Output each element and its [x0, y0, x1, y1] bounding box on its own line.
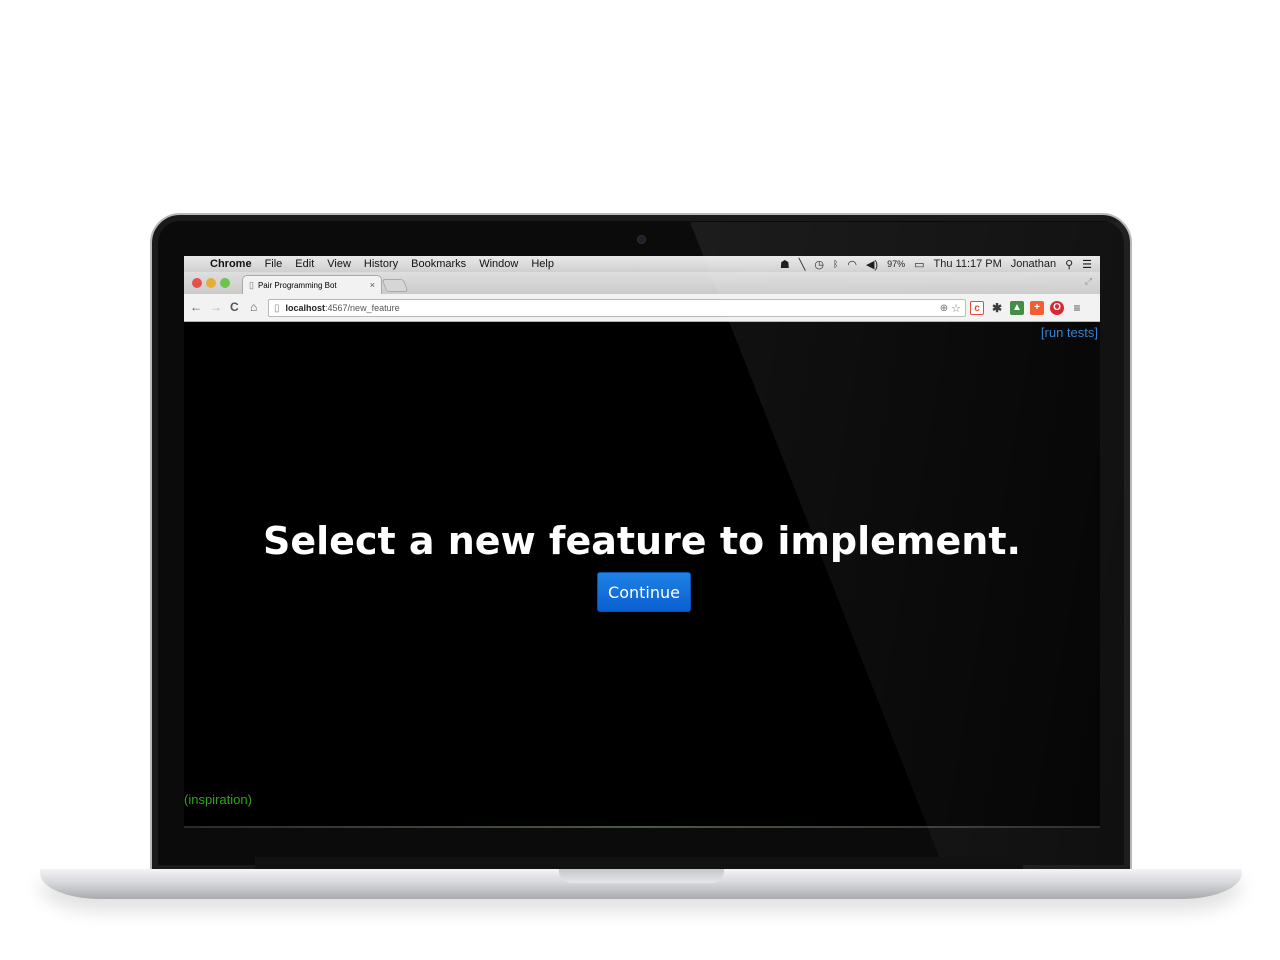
wifi-icon[interactable]: ◠ [847, 258, 857, 271]
mac-menubar: Chrome File Edit View History Bookmarks … [184, 256, 1100, 272]
reload-button[interactable]: C [230, 300, 239, 314]
laptop-notch [559, 869, 724, 883]
tab-close-button[interactable]: × [370, 280, 375, 290]
new-tab-button[interactable] [381, 279, 409, 292]
menubar-status-area: ☗ ╲ ◷ ᛒ ◠ ◀) 97% ▭ Thu 11:17 PM Jonathan… [780, 258, 1100, 271]
user-name[interactable]: Jonathan [1011, 258, 1056, 270]
run-tests-link[interactable]: [run tests] [1041, 325, 1098, 340]
forward-button[interactable]: → [210, 300, 222, 314]
browser-toolbar: ← → C ⌂ ▯ localhost :4567/new_feature ⊕ … [184, 294, 1100, 322]
plus-extension-icon[interactable]: + [1030, 301, 1044, 315]
bookmark-star-icon[interactable]: ☆ [951, 302, 961, 315]
drive-icon[interactable]: ▲ [1010, 301, 1024, 315]
opera-extension-icon[interactable]: O [1050, 301, 1064, 315]
tab-strip: ▯ Pair Programming Bot × ⤢ [184, 272, 1100, 294]
address-bar[interactable]: ▯ localhost :4567/new_feature ⊕ ☆ [268, 299, 966, 317]
menu-help[interactable]: Help [531, 258, 554, 270]
menu-edit[interactable]: Edit [295, 258, 314, 270]
web-page: [run tests] Select a new feature to impl… [184, 323, 1100, 828]
bluetooth-icon[interactable]: ᛒ [833, 259, 838, 269]
menu-icon[interactable]: ≡ [1070, 301, 1084, 315]
extension-icons: c ✱ ▲ + O ≡ [970, 301, 1084, 315]
screen: Chrome File Edit View History Bookmarks … [184, 256, 1100, 828]
inspiration-link[interactable]: (inspiration) [184, 792, 252, 807]
tab-title: Pair Programming Bot [257, 280, 337, 290]
menu-bookmarks[interactable]: Bookmarks [411, 258, 466, 270]
page-heading: Select a new feature to implement. [263, 519, 1021, 563]
gear-icon[interactable]: ✱ [990, 301, 1004, 315]
menu-history[interactable]: History [364, 258, 398, 270]
screen-edge [184, 826, 1100, 828]
menu-file[interactable]: File [265, 258, 283, 270]
home-button[interactable]: ⌂ [250, 300, 257, 314]
menu-view[interactable]: View [327, 258, 351, 270]
time-machine-icon[interactable]: ◷ [814, 258, 824, 271]
menu-window[interactable]: Window [479, 258, 518, 270]
page-icon: ▯ [249, 279, 254, 290]
zoom-icon[interactable]: ⊕ [940, 303, 948, 314]
tab-pair-programming-bot[interactable]: ▯ Pair Programming Bot × [242, 275, 382, 294]
hat-icon[interactable]: ☗ [780, 258, 790, 271]
url-path: :4567/new_feature [325, 303, 400, 313]
clock[interactable]: Thu 11:17 PM [934, 258, 1002, 270]
back-button[interactable]: ← [190, 300, 202, 314]
extension-c-icon[interactable]: c [970, 301, 984, 315]
wand-icon[interactable]: ╲ [799, 258, 806, 271]
page-icon: ▯ [274, 302, 280, 314]
window-maximize-button[interactable] [220, 278, 230, 288]
camera-icon [637, 235, 646, 244]
continue-button[interactable]: Continue [597, 572, 691, 612]
url-host: localhost [285, 303, 326, 313]
window-close-button[interactable] [192, 278, 202, 288]
menu-app-name[interactable]: Chrome [210, 258, 252, 270]
battery-percent: 97% [887, 259, 906, 269]
bezel-bottom [255, 857, 1023, 869]
battery-icon[interactable]: ▭ [914, 258, 924, 271]
window-minimize-button[interactable] [206, 278, 216, 288]
notification-list-icon[interactable]: ☰ [1082, 258, 1092, 271]
spotlight-icon[interactable]: ⚲ [1065, 258, 1073, 271]
volume-icon[interactable]: ◀) [866, 258, 878, 271]
fullscreen-icon[interactable]: ⤢ [1085, 276, 1092, 287]
